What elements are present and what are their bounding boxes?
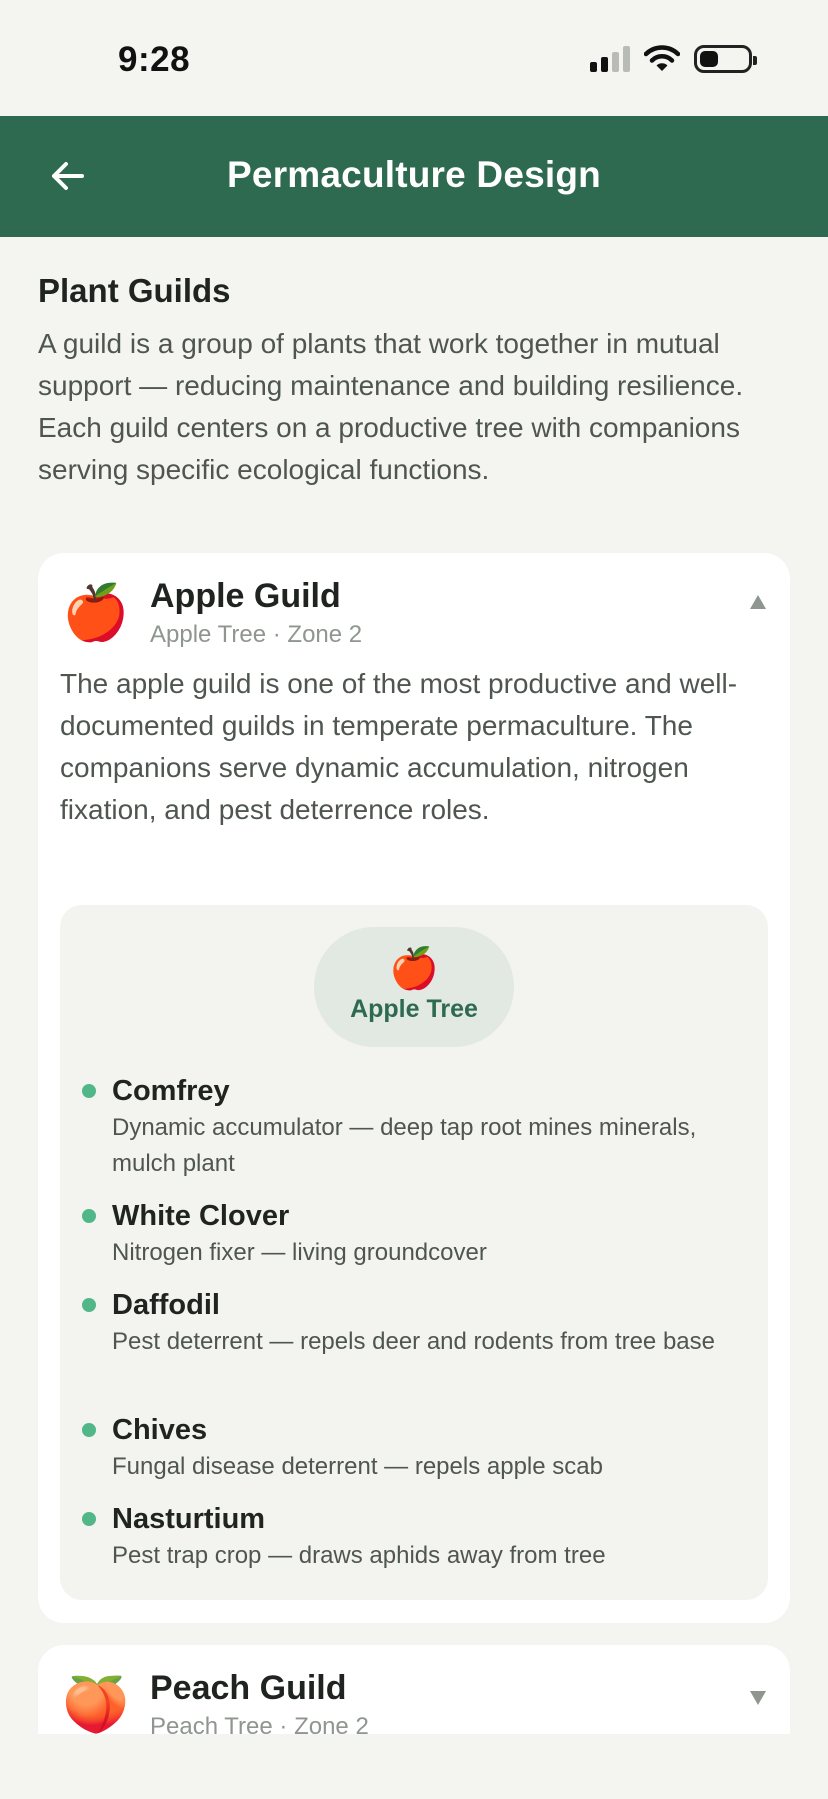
- companion-item: Nasturtium Pest trap crop — draws aphids…: [82, 1500, 752, 1589]
- center-tree-badge: 🍎 Apple Tree: [314, 927, 514, 1047]
- bullet-dot-icon: [82, 1423, 96, 1437]
- status-icons: [590, 45, 757, 73]
- expand-chevron-icon[interactable]: [750, 1691, 766, 1705]
- signal-icon: [590, 46, 630, 72]
- status-bar: 9:28: [0, 0, 828, 116]
- companion-role: Nitrogen fixer — living groundcover: [112, 1239, 487, 1266]
- guild-subtitle: Peach Tree · Zone 2: [150, 1713, 369, 1734]
- guild-card-peach[interactable]: 🍑 Peach Guild Peach Tree · Zone 2: [38, 1645, 790, 1734]
- guild-description: The apple guild is one of the most produ…: [60, 668, 738, 825]
- guild-card-apple: 🍎 Apple Guild Apple Tree · Zone 2 The ap…: [38, 553, 790, 1623]
- companion-name: Daffodil: [112, 1289, 220, 1321]
- guild-title: Apple Guild: [150, 577, 341, 615]
- companion-role: Dynamic accumulator — deep tap root mine…: [112, 1114, 697, 1177]
- companion-name: Comfrey: [112, 1075, 230, 1107]
- wifi-icon: [644, 45, 680, 71]
- bullet-dot-icon: [82, 1084, 96, 1098]
- main-content[interactable]: Plant Guilds A guild is a group of plant…: [0, 237, 828, 1734]
- companion-item: Daffodil Pest deterrent — repels deer an…: [82, 1286, 752, 1411]
- companion-role: Pest deterrent — repels deer and rodents…: [112, 1328, 715, 1355]
- guild-subtitle: Apple Tree · Zone 2: [150, 621, 363, 648]
- section-description: A guild is a group of plants that work t…: [38, 328, 744, 485]
- companion-item: Comfrey Dynamic accumulator — deep tap r…: [82, 1072, 752, 1197]
- guild-diagram: 🍎 Apple Tree Comfrey Dynamic accumulator…: [60, 905, 768, 1600]
- app-header: Permaculture Design: [0, 116, 828, 237]
- section-title: Plant Guilds: [38, 272, 231, 309]
- bullet-dot-icon: [82, 1209, 96, 1223]
- companion-item: White Clover Nitrogen fixer — living gro…: [82, 1197, 752, 1286]
- battery-icon: [694, 45, 757, 73]
- companion-name: Chives: [112, 1414, 208, 1446]
- apple-tree-icon: 🍎: [389, 947, 439, 991]
- companion-role: Pest trap crop — draws aphids away from …: [112, 1542, 606, 1569]
- companion-list: Comfrey Dynamic accumulator — deep tap r…: [82, 1072, 752, 1589]
- status-time: 9:28: [118, 40, 191, 79]
- guild-title: Peach Guild: [150, 1669, 347, 1707]
- center-tree-label: Apple Tree: [350, 995, 478, 1023]
- companion-role: Fungal disease deterrent — repels apple …: [112, 1453, 603, 1480]
- collapse-chevron-icon[interactable]: [750, 595, 766, 609]
- peach-icon: 🍑: [62, 1675, 130, 1734]
- apple-icon: 🍎: [62, 583, 130, 643]
- companion-name: Nasturtium: [112, 1503, 266, 1535]
- companion-item: Chives Fungal disease deterrent — repels…: [82, 1411, 752, 1500]
- bullet-dot-icon: [82, 1512, 96, 1526]
- bullet-dot-icon: [82, 1298, 96, 1312]
- companion-name: White Clover: [112, 1200, 290, 1232]
- page-title: Permaculture Design: [227, 154, 601, 195]
